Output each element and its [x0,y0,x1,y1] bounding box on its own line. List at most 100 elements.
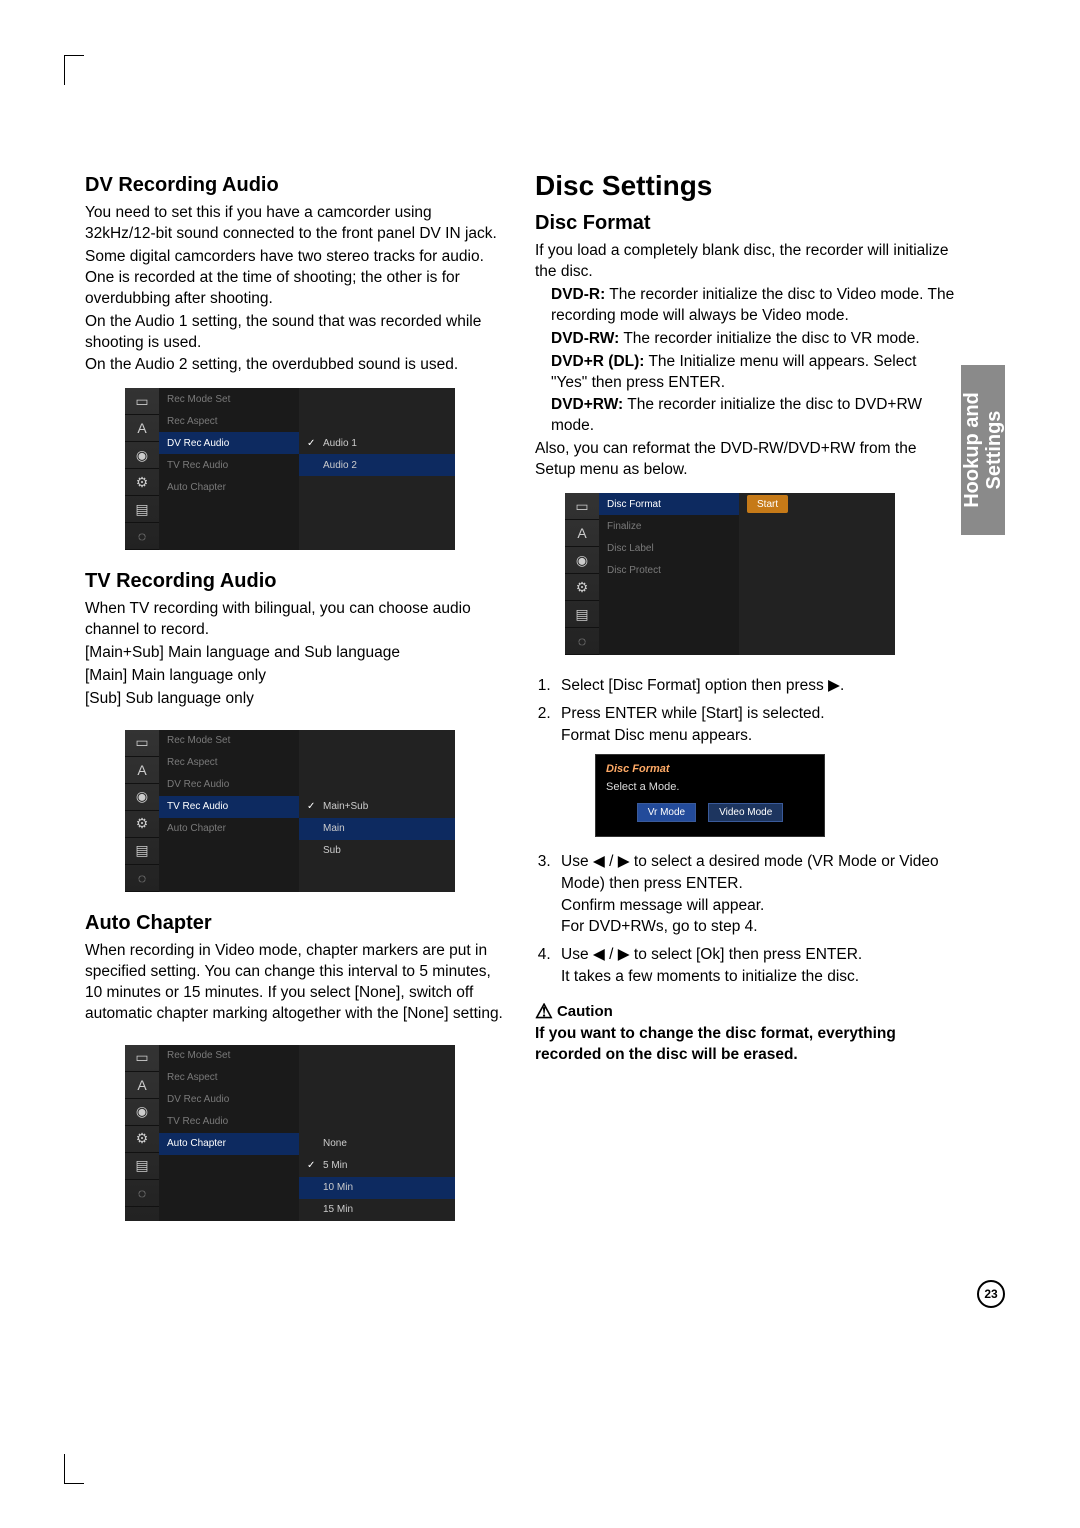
panel-icon: ⚙ [565,574,599,601]
menu-option-label: Audio 1 [323,438,357,449]
panel-icon: ▤ [125,838,159,865]
menu-item: DV Rec Audio [159,1089,299,1111]
panel-icon: ▭ [125,730,159,757]
panel-icon: ◉ [125,784,159,811]
dv-audio-heading: DV Recording Audio [85,174,505,197]
menu-option-label: 5 Min [323,1160,347,1171]
dvd-r-dl-label: DVD+R (DL): [551,353,644,370]
menu-option: ✓5 Min [299,1155,455,1177]
disc-format-steps: Select [Disc Format] option then press ▶… [555,675,955,746]
menu-option-label: Main+Sub [323,801,368,812]
menu-item: Rec Mode Set [159,388,299,410]
dv-audio-p1: You need to set this if you have a camco… [85,203,505,245]
menu-item: Rec Aspect [159,1067,299,1089]
menu-option: ✓ Audio 1 [299,432,455,454]
dialog-subtitle: Select a Mode. [606,781,814,793]
menu-option-label: None [323,1138,347,1149]
caution-text: If you want to change the disc format, e… [535,1024,955,1066]
section-tab-line1: Hookup and [961,392,983,508]
step-3: Use ◀ / ▶ to select a desired mode (VR M… [555,851,955,938]
panel-icon: ◉ [125,1099,159,1126]
panel-icon: A [125,415,159,442]
panel-icon: ◌ [565,628,599,655]
step-2: Press ENTER while [Start] is selected. F… [555,703,955,746]
tv-audio-heading: TV Recording Audio [85,570,505,593]
menu-item: Rec Mode Set [159,730,299,752]
menu-option: Main [299,818,455,840]
menu-option-label: 10 Min [323,1182,353,1193]
menu-item: TV Rec Audio [159,454,299,476]
section-tab: Hookup and Settings [961,365,1005,535]
panel-icon: ◌ [125,865,159,892]
panel-icon: A [125,1072,159,1099]
dvd-r-dl-line: DVD+R (DL): The Initialize menu will app… [551,352,955,394]
menu-option: 15 Min [299,1199,455,1221]
panel-icon: ◌ [125,523,159,550]
panel-icon: ▭ [125,388,159,415]
menu-option: Sub [299,840,455,862]
panel-icon: A [125,757,159,784]
auto-chapter-heading: Auto Chapter [85,912,505,935]
menu-item: Disc Protect [599,559,739,581]
menu-item-selected: TV Rec Audio [159,796,299,818]
step-3a: Use ◀ / ▶ to select a desired mode (VR M… [561,853,939,892]
tv-audio-p1: When TV recording with bilingual, you ca… [85,599,505,641]
disc-format-intro: If you load a completely blank disc, the… [535,241,955,283]
menu-item: Rec Aspect [159,752,299,774]
disc-format-menu: ▭ A ◉ ⚙ ▤ ◌ Disc Format Finalize Disc La… [565,493,895,655]
tv-audio-l2: [Main] Main language only [85,666,505,687]
dvd-r-line: DVD-R: The recorder initialize the disc … [551,285,955,327]
start-button: Start [747,495,788,513]
dvd-r-text: The recorder initialize the disc to Vide… [551,286,954,324]
menu-item: DV Rec Audio [159,774,299,796]
step-3c: For DVD+RWs, go to step 4. [561,918,758,935]
step-4: Use ◀ / ▶ to select [Ok] then press ENTE… [555,944,955,987]
panel-icon: ⚙ [125,811,159,838]
section-tab-line2: Settings [983,411,1005,490]
right-column: Disc Settings Disc Format If you load a … [535,170,955,1241]
menu-item-selected: Disc Format [599,493,739,515]
dvd-rw-line: DVD-RW: The recorder initialize the disc… [551,329,955,350]
menu-option-label: 15 Min [323,1204,353,1215]
panel-icon: ▤ [125,1153,159,1180]
dvd-rw-label: DVD-RW: [551,330,619,347]
panel-icon: ◌ [125,1180,159,1207]
menu-item: TV Rec Audio [159,1111,299,1133]
disc-format-also: Also, you can reformat the DVD-RW/DVD+RW… [535,439,955,481]
disc-format-dialog: Disc Format Select a Mode. Vr Mode Video… [595,754,825,837]
page-number: 23 [977,1280,1005,1308]
disc-format-steps-cont: Use ◀ / ▶ to select a desired mode (VR M… [555,851,955,987]
start-option: Start [739,493,895,515]
panel-icon: ⚙ [125,1126,159,1153]
dvd-r-label: DVD-R: [551,286,605,303]
step-4b: It takes a few moments to initialize the… [561,968,859,985]
panel-icon: ⚙ [125,469,159,496]
panel-icon: ◉ [125,442,159,469]
menu-item-selected: Auto Chapter [159,1133,299,1155]
step-4a: Use ◀ / ▶ to select [Ok] then press ENTE… [561,946,862,963]
menu-item: Rec Mode Set [159,1045,299,1067]
dv-audio-p3: On the Audio 1 setting, the sound that w… [85,312,505,354]
tv-audio-l1: [Main+Sub] Main language and Sub languag… [85,643,505,664]
tv-audio-menu: ▭ A ◉ ⚙ ▤ ◌ Rec Mode Set Rec Aspect DV R… [125,730,455,892]
menu-option: Audio 2 [299,454,455,476]
dvd-plus-rw-line: DVD+RW: The recorder initialize the disc… [551,395,955,437]
menu-item-selected: DV Rec Audio [159,432,299,454]
page-content: Hookup and Settings 23 DV Recording Audi… [75,60,1005,1468]
menu-option-label: Audio 2 [323,460,357,471]
check-icon: ✓ [307,438,317,449]
panel-icon: ◉ [565,547,599,574]
menu-option-label: Sub [323,845,341,856]
menu-option: ✓ Main+Sub [299,796,455,818]
disc-format-heading: Disc Format [535,212,955,235]
auto-chapter-menu: ▭ A ◉ ⚙ ▤ ◌ Rec Mode Set Rec Aspect DV R… [125,1045,455,1221]
step-2b: Format Disc menu appears. [561,727,752,744]
dv-audio-p4: On the Audio 2 setting, the overdubbed s… [85,355,505,376]
menu-item: Auto Chapter [159,476,299,498]
caution-label-text: Caution [557,1003,613,1020]
check-icon: ✓ [307,801,317,812]
panel-icon: A [565,520,599,547]
menu-item: Finalize [599,515,739,537]
dv-audio-menu: ▭ A ◉ ⚙ ▤ ◌ Rec Mode Set Rec Aspect DV R… [125,388,455,550]
disc-settings-title: Disc Settings [535,170,955,202]
